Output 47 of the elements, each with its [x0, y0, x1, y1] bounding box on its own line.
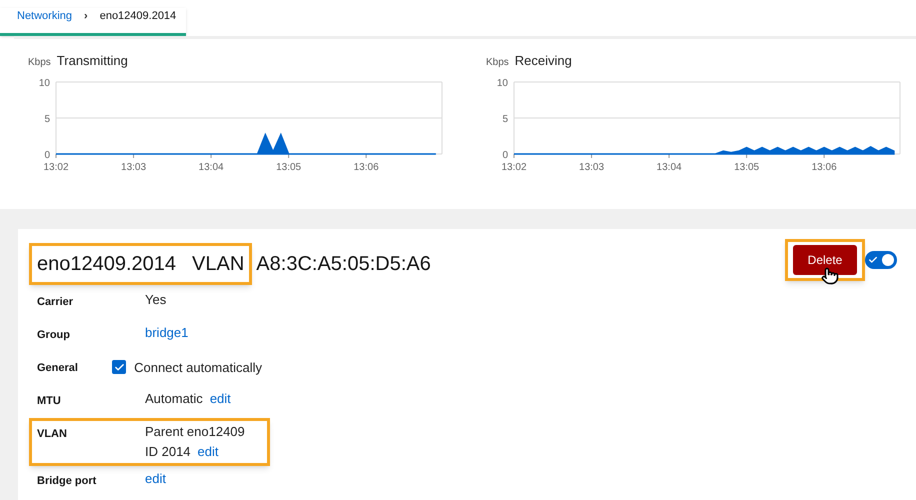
y-tick-label: 0 [502, 150, 508, 161]
chart-title: Transmitting [56, 52, 128, 70]
chart-title: Receiving [514, 52, 572, 70]
field-value: ID 2014 [145, 444, 191, 460]
breadcrumb-link[interactable]: Networking [17, 8, 72, 24]
y-tick-label: 10 [496, 78, 508, 89]
hand-cursor-icon [821, 266, 839, 284]
edit-link[interactable]: edit [145, 470, 166, 486]
y-tick-label: 0 [44, 150, 50, 161]
field-label: MTU [37, 394, 62, 408]
x-tick-label: 13:05 [734, 162, 760, 173]
mac-address: A8:3C:A5:05:D5:A6 [256, 252, 431, 276]
x-tick-label: 13:02 [43, 162, 69, 173]
breadcrumb-separator: › [84, 9, 88, 24]
y-tick-label: 5 [502, 114, 508, 125]
field-value: Parent eno12409 [145, 424, 245, 440]
x-tick-label: 13:06 [354, 162, 379, 173]
field-label: Group [37, 328, 71, 342]
checkbox[interactable] [112, 360, 126, 374]
y-tick-label: 5 [44, 114, 50, 125]
edit-link[interactable]: edit [210, 390, 231, 406]
toggle-knob [882, 254, 894, 266]
unit-label: Kbps [486, 56, 509, 70]
field-label: VLAN [37, 426, 68, 442]
checkbox-label: Connect automatically [134, 358, 262, 377]
x-tick-label: 13:05 [276, 162, 302, 173]
x-tick-label: 13:04 [198, 162, 224, 173]
edit-link[interactable]: bridge1 [145, 324, 188, 340]
field-label: Bridge port [37, 474, 98, 488]
x-tick-label: 13:02 [501, 162, 527, 173]
unit-label: Kbps [28, 56, 51, 70]
toggle-switch[interactable] [865, 250, 897, 268]
interface-type: VLAN [192, 252, 244, 276]
y-tick-label: 10 [38, 78, 50, 89]
check-icon [114, 362, 125, 373]
interface-name: eno12409.2014 [37, 252, 176, 276]
x-tick-label: 13:03 [579, 162, 604, 173]
edit-link[interactable]: edit [198, 444, 219, 460]
field-label: Carrier [37, 294, 74, 310]
field-label: General [37, 360, 79, 376]
x-tick-label: 13:03 [121, 162, 146, 173]
x-tick-label: 13:06 [812, 162, 837, 173]
check-icon [868, 254, 878, 264]
breadcrumb-current: eno12409.2014 [100, 9, 176, 24]
field-value: Yes [145, 292, 166, 308]
x-tick-label: 13:04 [656, 162, 682, 173]
field-value: Automatic [145, 390, 203, 406]
